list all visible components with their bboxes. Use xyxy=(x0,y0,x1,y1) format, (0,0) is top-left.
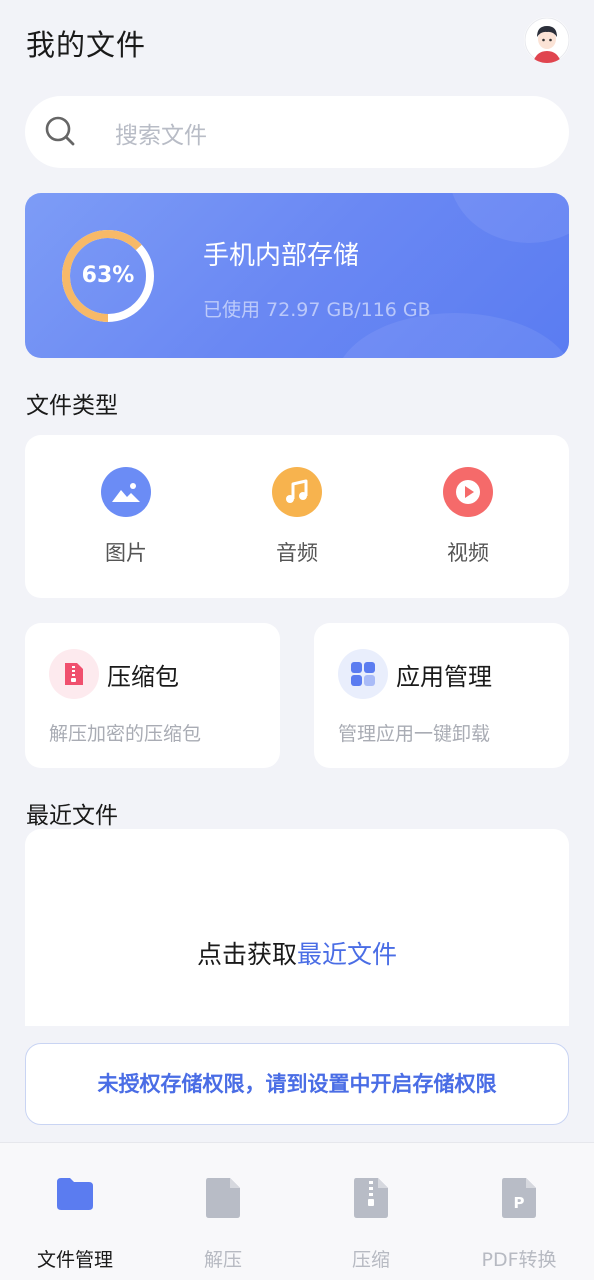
file-type-label: 图片 xyxy=(105,541,147,565)
tab-file-manager[interactable]: 文件管理 xyxy=(15,1177,135,1272)
recent-files-prompt: 点击获取最近文件 xyxy=(25,935,569,971)
play-icon xyxy=(443,467,493,517)
search-input[interactable]: 搜索文件 xyxy=(115,116,207,150)
folder-icon xyxy=(57,1178,93,1210)
bottom-tab-bar: 文件管理 解压 压缩 P PDF转换 xyxy=(0,1142,594,1280)
file-type-label: 音频 xyxy=(276,541,318,565)
tab-label: 压缩 xyxy=(351,1249,390,1271)
file-type-audio[interactable]: 音频 xyxy=(237,467,357,567)
archive-icon xyxy=(49,649,99,699)
storage-title: 手机内部存储 xyxy=(203,241,360,271)
tab-label: 解压 xyxy=(203,1249,242,1271)
tool-title: 应用管理 xyxy=(396,663,492,691)
search-icon xyxy=(45,116,75,146)
storage-percent: 63% xyxy=(81,263,135,288)
tool-card-archive[interactable]: 压缩包 解压加密的压缩包 xyxy=(25,623,280,768)
avatar[interactable] xyxy=(524,17,570,63)
file-type-images[interactable]: 图片 xyxy=(66,467,186,567)
header: 我的文件 xyxy=(0,0,594,84)
tab-label: PDF转换 xyxy=(481,1249,557,1271)
tool-title: 压缩包 xyxy=(107,663,179,691)
file-types-heading: 文件类型 xyxy=(26,393,118,419)
storage-usage: 已使用 72.97 GB/116 GB xyxy=(203,299,431,321)
apps-grid-icon xyxy=(338,649,388,699)
pdf-file-icon: P xyxy=(502,1178,536,1218)
storage-card[interactable]: 63% 手机内部存储 已使用 72.97 GB/116 GB xyxy=(25,193,569,358)
image-icon xyxy=(101,467,151,517)
page-title: 我的文件 xyxy=(26,28,147,62)
recent-files-heading: 最近文件 xyxy=(26,803,118,829)
tab-pdf-convert[interactable]: P PDF转换 xyxy=(459,1177,579,1272)
recent-files-link[interactable]: 最近文件 xyxy=(297,940,397,969)
svg-text:P: P xyxy=(514,1194,525,1212)
tab-compress[interactable]: 压缩 xyxy=(311,1177,431,1272)
recent-prompt-text: 点击获取 xyxy=(196,940,297,969)
search-bar[interactable]: 搜索文件 xyxy=(25,96,569,168)
avatar-icon xyxy=(524,17,570,63)
music-icon xyxy=(272,467,322,517)
file-types-card: 图片 音频 视频 xyxy=(25,435,569,598)
tab-extract[interactable]: 解压 xyxy=(163,1177,283,1272)
tool-description: 管理应用一键卸载 xyxy=(338,723,491,745)
decor-circle xyxy=(449,193,569,243)
tab-label: 文件管理 xyxy=(36,1249,113,1271)
tool-card-app-manager[interactable]: 应用管理 管理应用一键卸载 xyxy=(314,623,569,768)
recent-files-card: 点击获取最近文件 xyxy=(25,829,569,1026)
permission-notice[interactable]: 未授权存储权限，请到设置中开启存储权限 xyxy=(25,1043,569,1125)
file-type-label: 视频 xyxy=(447,541,489,565)
zip-file-icon xyxy=(354,1178,388,1218)
tool-description: 解压加密的压缩包 xyxy=(49,723,202,745)
file-type-video[interactable]: 视频 xyxy=(408,467,528,567)
document-icon xyxy=(206,1178,240,1218)
